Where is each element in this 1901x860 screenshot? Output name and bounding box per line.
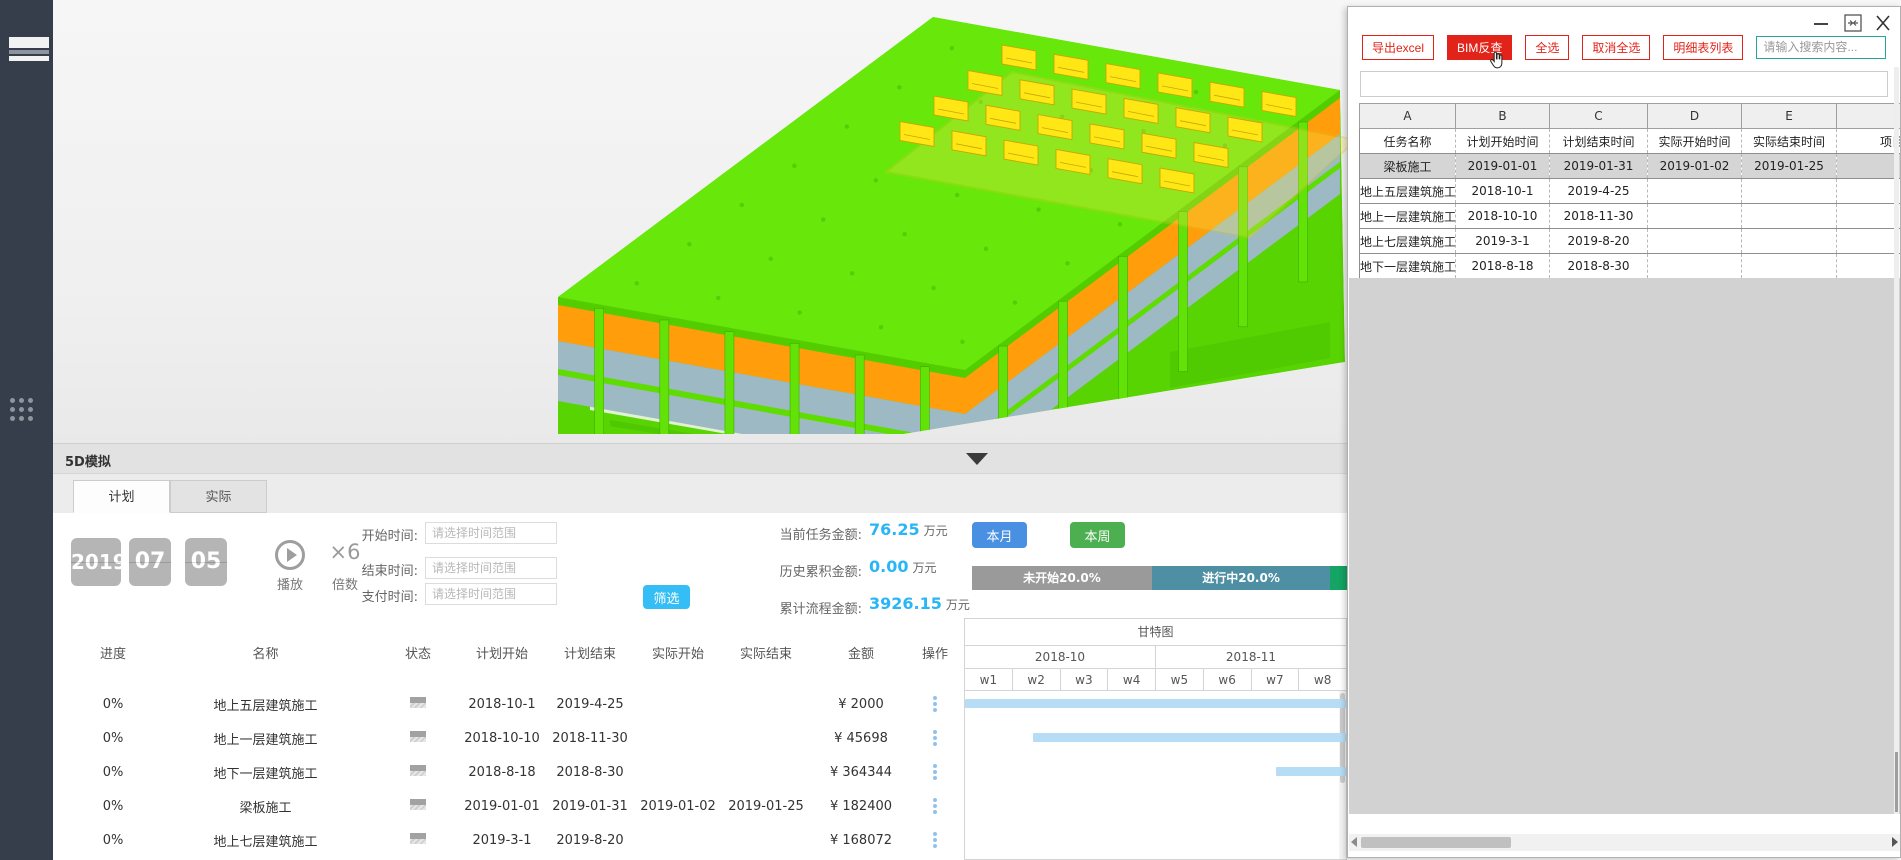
table-row[interactable]: 0%地上七层建筑施工2019-3-12019-8-20¥ 168072 (73, 823, 958, 857)
building-model[interactable] (550, 2, 1350, 442)
tab-actual[interactable]: 实际 (170, 480, 267, 513)
menu-icon[interactable] (9, 37, 49, 59)
deselect-all-button[interactable]: 取消全选 (1582, 35, 1650, 60)
table-row[interactable]: 0%梁板施工2019-01-012019-01-312019-01-022019… (73, 789, 958, 823)
total-amount-value: 3926.15万元 (869, 594, 970, 613)
flip-day[interactable]: 05 (185, 538, 227, 586)
row-menu-icon[interactable] (912, 830, 958, 850)
flip-year[interactable]: 2019 (71, 538, 121, 586)
history-amount-label: 历史累积金额: (702, 561, 862, 580)
history-amount-value: 0.00万元 (869, 557, 937, 576)
gantt-week-cell: w7 (1252, 669, 1300, 690)
status-icon (410, 833, 426, 844)
sheet-letter-row: ABCDE (1360, 104, 1901, 129)
table-row[interactable]: 0%地下一层建筑施工2018-8-182018-8-30¥ 364344 (73, 755, 958, 789)
gantt-week-cell: w2 (1013, 669, 1061, 690)
status-progress-bar: 未开始20.0%进行中20.0% (972, 566, 1347, 590)
amount-unit: 万元 (946, 598, 970, 612)
progress-segment: 进行中20.0% (1152, 566, 1330, 590)
gantt-week-cell: w6 (1204, 669, 1252, 690)
gantt-weeks: w1w2w3w4w5w6w7w8 (965, 669, 1346, 691)
pay-time-label: 支付时间: (303, 586, 418, 605)
total-amount-label: 累计流程金额: (702, 598, 862, 617)
current-amount-value: 76.25万元 (869, 520, 948, 539)
task-table-header: 进度名称 状态计划开始 计划结束实际开始 实际结束金额 操作 (73, 637, 958, 667)
play-icon (287, 548, 297, 562)
formula-strip[interactable] (1360, 71, 1888, 97)
row-menu-icon[interactable] (912, 728, 958, 748)
gantt-week-cell: w1 (965, 669, 1013, 690)
left-sidebar (0, 0, 53, 860)
status-icon (410, 765, 426, 776)
detail-sheet-window: 导出excel BIM反查 全选 取消全选 明细表列表 ABCDE任务名称计划开… (1347, 6, 1901, 858)
dock-icon[interactable] (1842, 13, 1864, 33)
sheet-search-input[interactable] (1756, 36, 1886, 59)
play-button[interactable] (275, 540, 305, 570)
sheet-row[interactable]: 地上一层建筑施工2018-10-102018-11-30 (1360, 204, 1901, 229)
detail-list-button[interactable]: 明细表列表 (1663, 35, 1743, 60)
progress-segment: 未开始20.0% (972, 566, 1152, 590)
sheet-v-scrollbar[interactable] (1894, 67, 1899, 814)
select-all-button[interactable]: 全选 (1525, 35, 1569, 60)
end-time-input[interactable] (425, 557, 557, 579)
pay-time-input[interactable] (425, 583, 557, 605)
detail-spreadsheet: ABCDE任务名称计划开始时间计划结束时间实际开始时间实际结束时间项目梁板施工2… (1359, 103, 1901, 279)
this-week-button[interactable]: 本周 (1070, 522, 1125, 548)
gantt-months: 2018-102018-11 (965, 646, 1346, 669)
gantt-week-cell: w8 (1299, 669, 1346, 690)
bim-lookup-button[interactable]: BIM反查 (1447, 35, 1512, 60)
collapse-caret-icon[interactable] (966, 453, 988, 465)
scrollbar-thumb[interactable] (1361, 837, 1511, 848)
table-row[interactable]: 0%地上一层建筑施工2018-10-102018-11-30¥ 45698 (73, 721, 958, 755)
sheet-row[interactable]: 地上五层建筑施工2018-10-12019-4-25 (1360, 179, 1901, 204)
gantt-title: 甘特图 (965, 619, 1346, 646)
minimize-icon[interactable] (1810, 13, 1832, 33)
scroll-left-arrow-icon[interactable] (1351, 837, 1357, 847)
gantt-week-cell: w4 (1108, 669, 1156, 690)
start-time-input[interactable] (425, 522, 557, 544)
sheet-empty-area (1349, 278, 1900, 814)
status-icon (410, 731, 426, 742)
gantt-bar (1276, 767, 1346, 776)
gantt-week-cell: w5 (1156, 669, 1204, 690)
sheet-h-scrollbar[interactable] (1349, 834, 1900, 851)
apps-grid-icon[interactable] (10, 398, 34, 422)
row-menu-icon[interactable] (912, 796, 958, 816)
gantt-body (965, 691, 1346, 859)
row-menu-icon[interactable] (912, 762, 958, 782)
sheet-row[interactable]: 地上七层建筑施工2019-3-12019-8-20 (1360, 229, 1901, 254)
task-table-body: 0%地上五层建筑施工2018-10-12019-4-25¥ 20000%地上一层… (73, 687, 958, 857)
status-icon (410, 799, 426, 810)
filter-button[interactable]: 筛选 (643, 585, 690, 609)
table-row[interactable]: 0%地上五层建筑施工2018-10-12019-4-25¥ 2000 (73, 687, 958, 721)
progress-segment (1330, 566, 1347, 590)
flip-month[interactable]: 07 (129, 538, 171, 586)
row-menu-icon[interactable] (912, 694, 958, 714)
scroll-right-arrow-icon[interactable] (1892, 837, 1898, 847)
sheet-row[interactable]: 梁板施工2019-01-012019-01-312019-01-022019-0… (1360, 154, 1901, 179)
tab-plan[interactable]: 计划 (73, 480, 170, 513)
start-time-label: 开始时间: (303, 525, 418, 544)
this-month-button[interactable]: 本月 (972, 522, 1027, 548)
export-excel-button[interactable]: 导出excel (1362, 35, 1434, 60)
gantt-chart: 甘特图 2018-102018-11 w1w2w3w4w5w6w7w8 (964, 618, 1347, 860)
status-icon (410, 697, 426, 708)
amount-unit: 万元 (912, 561, 936, 575)
sheet-row: 任务名称计划开始时间计划结束时间实际开始时间实际结束时间项目 (1360, 129, 1901, 154)
gantt-bar (1033, 733, 1346, 742)
end-time-label: 结束时间: (303, 560, 418, 579)
gantt-week-cell: w3 (1061, 669, 1109, 690)
sheet-row[interactable]: 地下一层建筑施工2018-8-182018-8-30 (1360, 254, 1901, 279)
current-amount-label: 当前任务金额: (702, 524, 862, 543)
gantt-bar (965, 699, 1346, 708)
sheet-toolbar: 导出excel BIM反查 全选 取消全选 明细表列表 (1362, 35, 1886, 59)
amount-unit: 万元 (924, 524, 948, 538)
close-icon[interactable] (1872, 13, 1894, 33)
simulation-title: 5D模拟 (65, 451, 111, 470)
